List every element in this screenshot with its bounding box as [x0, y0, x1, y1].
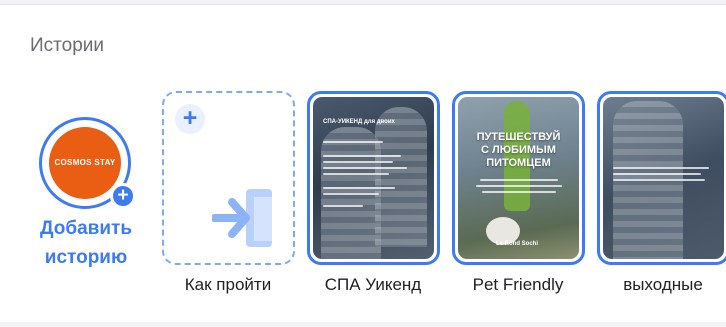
story-thumbnail: ПУТЕШЕСТВУЙ С ЛЮБИМЫМ ПИТОМЦЕМ Le Rond S… — [458, 97, 579, 259]
story-overlay-title: ПУТЕШЕСТВУЙ С ЛЮБИМЫМ ПИТОМЦЕМ — [476, 131, 561, 169]
story-thumbnail — [603, 97, 724, 259]
how-to-get-label: Как пройти — [184, 275, 272, 294]
add-story-label: Добавить историю — [39, 218, 133, 268]
plus-icon: + — [110, 183, 136, 209]
stories-card: Истории COSMOS STAY + Добавить историю +… — [0, 4, 726, 322]
section-title: Истории — [30, 35, 105, 56]
add-story-button[interactable]: COSMOS STAY + Добавить историю — [38, 115, 138, 275]
story-thumbnail: СПА-УИКЕНД для двоих — [313, 97, 434, 259]
story-label-weekend: выходные — [623, 275, 703, 294]
plus-icon: + — [175, 104, 205, 134]
enter-door-icon — [212, 189, 272, 247]
story-spa-weekend[interactable]: СПА-УИКЕНД для двоих — [307, 91, 440, 265]
story-pet-friendly[interactable]: ПУТЕШЕСТВУЙ С ЛЮБИМЫМ ПИТОМЦЕМ Le Rond S… — [452, 91, 585, 265]
story-overlay-title: СПА-УИКЕНД для двоих — [323, 119, 395, 125]
story-overlay-brand: Le Rond Sochi — [496, 241, 538, 247]
how-to-get-card[interactable]: + — [162, 91, 295, 265]
story-label-spa: СПА Уикенд — [324, 275, 422, 294]
avatar: COSMOS STAY — [49, 127, 121, 199]
story-weekend[interactable] — [597, 91, 726, 265]
avatar-brand-text: COSMOS STAY — [54, 158, 116, 167]
story-label-pet: Pet Friendly — [472, 275, 564, 294]
